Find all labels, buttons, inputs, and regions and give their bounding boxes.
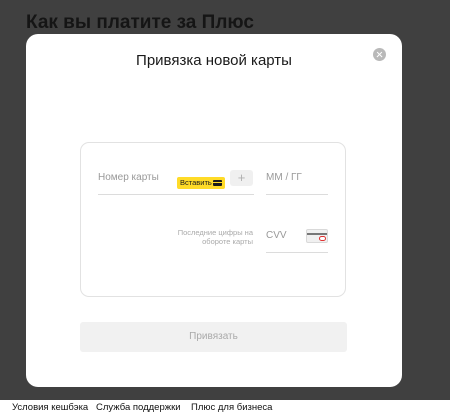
card-back-icon bbox=[306, 229, 328, 243]
add-card-modal: Привязка новой карты Номер карты Вставит… bbox=[26, 34, 402, 387]
link-card-label: Привязать bbox=[189, 331, 238, 342]
cvv-field[interactable]: CVV bbox=[266, 226, 328, 253]
link-card-button[interactable]: Привязать bbox=[80, 322, 347, 352]
footer-link-business[interactable]: Плюс для бизнеса bbox=[191, 402, 272, 413]
card-number-placeholder: Номер карты bbox=[98, 172, 159, 183]
card-back-stripe bbox=[307, 233, 327, 235]
close-icon[interactable] bbox=[373, 48, 386, 61]
cvv-placeholder: CVV bbox=[266, 230, 287, 241]
paste-button[interactable]: Вставить bbox=[177, 177, 225, 189]
expiry-placeholder: ММ / ГГ bbox=[266, 172, 302, 183]
paste-label: Вставить bbox=[180, 178, 212, 187]
footer-link-cashback-terms[interactable]: Условия кешбэка bbox=[12, 402, 88, 413]
footer-link-support[interactable]: Служба поддержки bbox=[96, 402, 181, 413]
expiry-field[interactable]: ММ / ГГ bbox=[266, 170, 328, 195]
modal-title: Привязка новой карты bbox=[136, 52, 292, 69]
card-icon bbox=[213, 180, 222, 186]
footer: Условия кешбэка Служба поддержки Плюс дл… bbox=[0, 400, 450, 417]
scan-card-button[interactable]: + bbox=[230, 170, 253, 186]
card-form: Номер карты Вставить + ММ / ГГ Последние… bbox=[80, 142, 346, 297]
page-title: Как вы платите за Плюс bbox=[26, 12, 254, 33]
plus-icon: + bbox=[237, 170, 246, 185]
cvv-location-mark bbox=[319, 236, 326, 241]
cvv-hint: Последние цифры на обороте карты bbox=[177, 228, 253, 246]
